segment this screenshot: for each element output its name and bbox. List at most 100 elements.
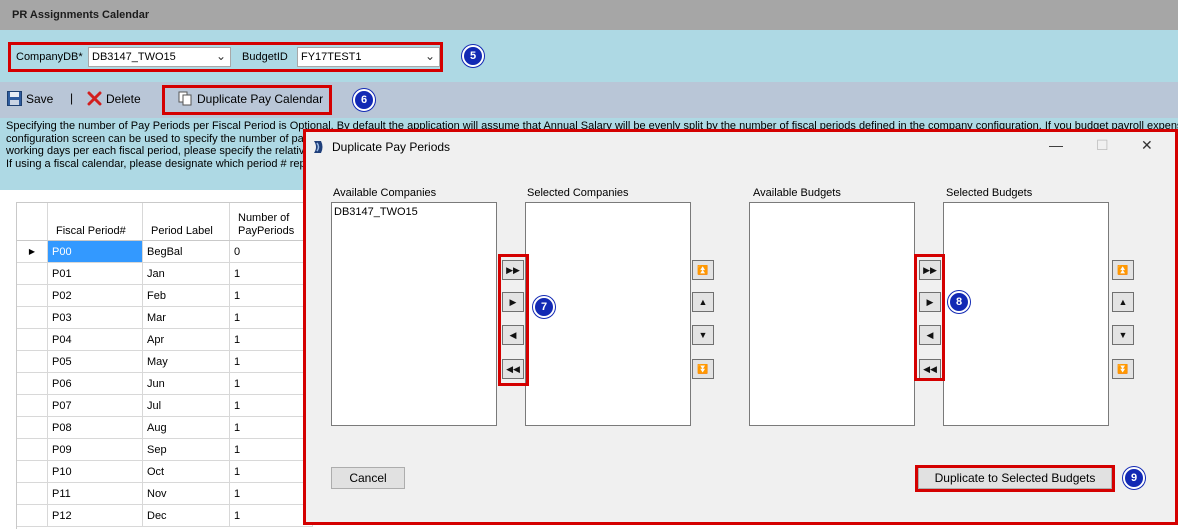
table-cell-label[interactable]: BegBal	[142, 240, 230, 263]
row-header[interactable]	[17, 460, 48, 483]
row-header[interactable]	[17, 372, 48, 395]
table-cell-count[interactable]: 1	[229, 482, 313, 505]
table-cell-count[interactable]: 1	[229, 372, 313, 395]
available-companies-list[interactable]: DB3147_TWO15	[331, 202, 497, 426]
table-row[interactable]: P04 Apr 1	[17, 328, 313, 351]
move-to-top-button[interactable]: ⏫	[1112, 260, 1134, 280]
table-cell-count[interactable]: 1	[229, 438, 313, 461]
move-to-bottom-button[interactable]: ⏬	[1112, 359, 1134, 379]
maximize-icon[interactable]: ☐	[1096, 137, 1109, 154]
table-row[interactable]: P10 Oct 1	[17, 460, 313, 483]
duplicate-pay-calendar-button[interactable]: Duplicate Pay Calendar	[178, 91, 323, 106]
table-cell-count[interactable]: 1	[229, 460, 313, 483]
table-cell-count[interactable]: 1	[229, 416, 313, 439]
table-row[interactable]: P02 Feb 1	[17, 284, 313, 307]
move-down-button[interactable]: ▼	[692, 325, 714, 345]
available-budgets-list[interactable]	[749, 202, 915, 426]
delete-button[interactable]: Delete	[87, 91, 141, 106]
row-header[interactable]	[17, 416, 48, 439]
move-left-button[interactable]: ◀	[502, 325, 524, 345]
budget-id-select[interactable]: FY17TEST1 ⌄	[297, 47, 440, 67]
row-header[interactable]	[17, 284, 48, 307]
minimize-icon[interactable]: —	[1049, 137, 1063, 153]
table-cell-label[interactable]: Mar	[142, 306, 230, 329]
table-cell-count[interactable]: 0	[229, 240, 313, 263]
chevron-down-icon: ⌄	[215, 49, 226, 63]
row-header[interactable]	[17, 394, 48, 417]
duplicate-pay-periods-dialog: Duplicate Pay Periods — ☐ ✕ Available Co…	[305, 131, 1177, 524]
table-row[interactable]: P03 Mar 1	[17, 306, 313, 329]
table-cell-label[interactable]: Feb	[142, 284, 230, 307]
row-header[interactable]	[17, 328, 48, 351]
table-cell-period[interactable]: P08	[47, 416, 143, 439]
table-cell-period[interactable]: P05	[47, 350, 143, 373]
table-cell-count[interactable]: 1	[229, 350, 313, 373]
table-cell-period[interactable]: P12	[47, 504, 143, 527]
move-all-left-button[interactable]: ◀◀	[919, 359, 941, 379]
table-cell-label[interactable]: Jun	[142, 372, 230, 395]
table-row[interactable]: P06 Jun 1	[17, 372, 313, 395]
row-header[interactable]	[17, 504, 48, 527]
move-right-button[interactable]: ▶	[502, 292, 524, 312]
move-left-button[interactable]: ◀	[919, 325, 941, 345]
table-cell-label[interactable]: Dec	[142, 504, 230, 527]
table-row[interactable]: P11 Nov 1	[17, 482, 313, 505]
row-header[interactable]	[17, 350, 48, 373]
table-cell-label[interactable]: Aug	[142, 416, 230, 439]
table-cell-label[interactable]: Nov	[142, 482, 230, 505]
duplicate-to-selected-budgets-button[interactable]: Duplicate to Selected Budgets	[918, 467, 1112, 489]
table-cell-period[interactable]: P09	[47, 438, 143, 461]
table-row[interactable]: P09 Sep 1	[17, 438, 313, 461]
current-row-indicator-icon[interactable]: ▶	[17, 240, 48, 263]
move-to-top-button[interactable]: ⏫	[692, 260, 714, 280]
table-cell-label[interactable]: Sep	[142, 438, 230, 461]
table-row[interactable]: P01 Jan 1	[17, 262, 313, 285]
table-row[interactable]: P05 May 1	[17, 350, 313, 373]
table-cell-period[interactable]: P10	[47, 460, 143, 483]
table-cell-period[interactable]: P11	[47, 482, 143, 505]
table-cell-period[interactable]: P03	[47, 306, 143, 329]
close-icon[interactable]: ✕	[1141, 137, 1153, 154]
table-cell-period[interactable]: P07	[47, 394, 143, 417]
cancel-button[interactable]: Cancel	[331, 467, 405, 489]
table-cell-label[interactable]: May	[142, 350, 230, 373]
table-cell-period[interactable]: P04	[47, 328, 143, 351]
table-cell-count[interactable]: 1	[229, 306, 313, 329]
row-header[interactable]	[17, 306, 48, 329]
company-db-select[interactable]: DB3147_TWO15 ⌄	[88, 47, 231, 67]
table-cell-label[interactable]: Jul	[142, 394, 230, 417]
table-cell-label[interactable]: Apr	[142, 328, 230, 351]
table-row[interactable]: ▶ P00 BegBal 0	[17, 240, 313, 263]
table-cell-count[interactable]: 1	[229, 328, 313, 351]
move-all-left-button[interactable]: ◀◀	[502, 359, 524, 379]
table-row[interactable]: P12 Dec 1	[17, 504, 313, 527]
move-all-right-button[interactable]: ▶▶	[919, 260, 941, 280]
selected-budgets-list[interactable]	[943, 202, 1109, 426]
column-header-period-label[interactable]: Period Label	[142, 203, 230, 241]
move-down-button[interactable]: ▼	[1112, 325, 1134, 345]
table-cell-count[interactable]: 1	[229, 504, 313, 527]
table-row[interactable]: P07 Jul 1	[17, 394, 313, 417]
move-up-button[interactable]: ▲	[692, 292, 714, 312]
table-cell-count[interactable]: 1	[229, 262, 313, 285]
row-header[interactable]	[17, 438, 48, 461]
column-header-number-of-payperiods[interactable]: Number of PayPeriods	[229, 203, 313, 241]
save-button[interactable]: Save	[7, 91, 53, 106]
table-cell-period[interactable]: P00	[47, 240, 143, 263]
column-header-fiscal-period[interactable]: Fiscal Period#	[47, 203, 143, 241]
table-cell-label[interactable]: Jan	[142, 262, 230, 285]
table-cell-count[interactable]: 1	[229, 284, 313, 307]
table-cell-period[interactable]: P02	[47, 284, 143, 307]
move-to-bottom-button[interactable]: ⏬	[692, 359, 714, 379]
move-all-right-button[interactable]: ▶▶	[502, 260, 524, 280]
table-cell-period[interactable]: P06	[47, 372, 143, 395]
move-up-button[interactable]: ▲	[1112, 292, 1134, 312]
row-header[interactable]	[17, 262, 48, 285]
row-header[interactable]	[17, 482, 48, 505]
table-row[interactable]: P08 Aug 1	[17, 416, 313, 439]
move-right-button[interactable]: ▶	[919, 292, 941, 312]
table-cell-label[interactable]: Oct	[142, 460, 230, 483]
list-item[interactable]: DB3147_TWO15	[332, 203, 496, 221]
table-cell-count[interactable]: 1	[229, 394, 313, 417]
table-cell-period[interactable]: P01	[47, 262, 143, 285]
